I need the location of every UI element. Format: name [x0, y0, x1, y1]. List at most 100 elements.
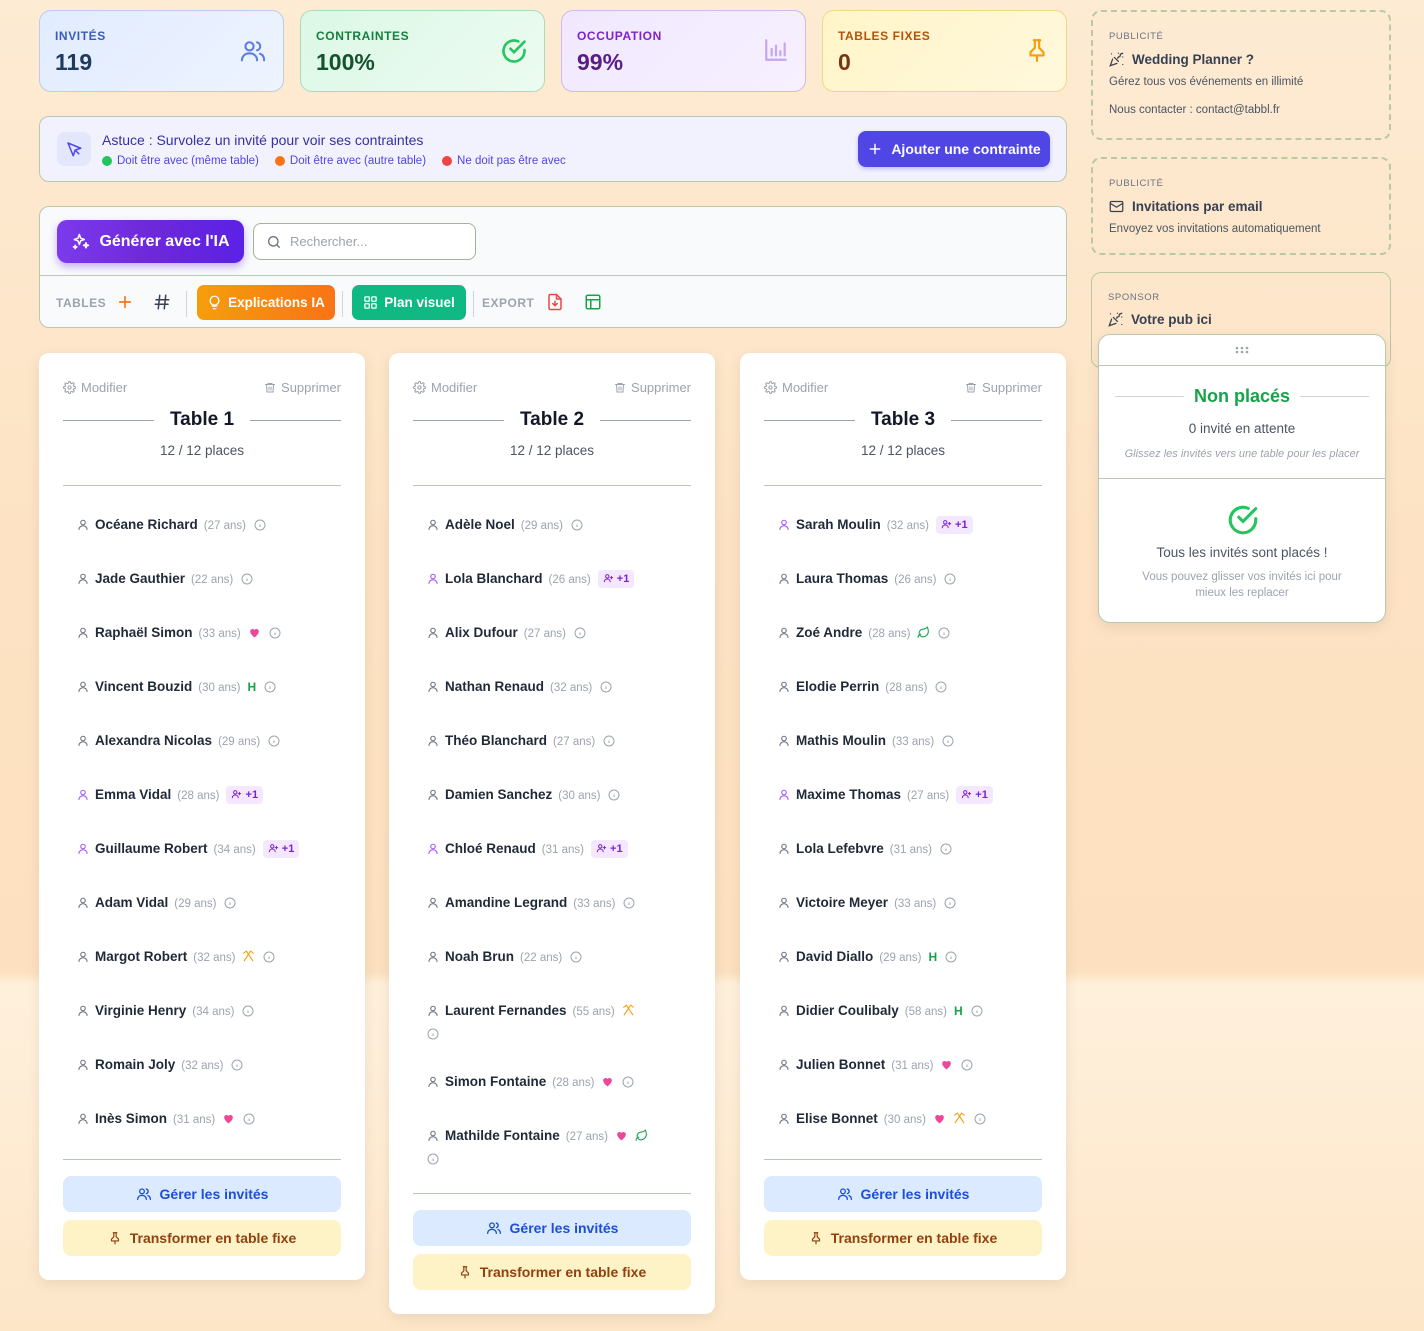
make-fixed-table-button[interactable]: Transformer en table fixe: [413, 1254, 691, 1290]
guest-row[interactable]: Inès Simon (31 ans): [77, 1108, 341, 1131]
info-icon[interactable]: [231, 1059, 243, 1071]
make-fixed-table-button[interactable]: Transformer en table fixe: [764, 1220, 1042, 1256]
info-icon[interactable]: [940, 843, 952, 855]
guest-row[interactable]: Jade Gauthier (22 ans): [77, 568, 341, 591]
guest-row[interactable]: Nathan Renaud (32 ans): [427, 676, 691, 699]
table-card[interactable]: Modifier Supprimer Table 1 12 / 12 places Oc…: [39, 353, 365, 1280]
info-icon[interactable]: [608, 789, 620, 801]
visual-plan-button[interactable]: Plan visuel: [352, 285, 466, 320]
guest-row[interactable]: Vincent Bouzid (30 ans) H: [77, 676, 341, 699]
guest-row[interactable]: Margot Robert (32 ans): [77, 946, 341, 969]
info-icon[interactable]: [254, 519, 266, 531]
info-icon[interactable]: [600, 681, 612, 693]
info-icon[interactable]: [961, 1059, 973, 1071]
guest-row[interactable]: Maxime Thomas (27 ans) +1: [778, 784, 1042, 807]
gear-icon: [413, 381, 426, 394]
guest-row[interactable]: Guillaume Robert (34 ans) +1: [77, 838, 341, 861]
guest-row[interactable]: Adam Vidal (29 ans): [77, 892, 341, 915]
guest-row[interactable]: Emma Vidal (28 ans) +1: [77, 784, 341, 807]
search-input[interactable]: [290, 234, 460, 249]
info-icon[interactable]: [241, 573, 253, 585]
ad-wedding-planner[interactable]: PUBLICITÉ Wedding Planner ? Gérez tous v…: [1091, 10, 1391, 140]
guest-row[interactable]: Sarah Moulin (32 ans) +1: [778, 514, 1042, 537]
ad-contact[interactable]: Nous contacter : contact@tabbl.fr: [1109, 104, 1373, 116]
export-pdf-icon[interactable]: [546, 293, 564, 311]
info-icon[interactable]: [264, 681, 276, 693]
guest-row[interactable]: Lola Blanchard (26 ans) +1: [427, 568, 691, 591]
info-icon[interactable]: [623, 897, 635, 909]
table-card[interactable]: Modifier Supprimer Table 3 12 / 12 places Sa…: [740, 353, 1066, 1280]
modify-table-button[interactable]: Modifier: [63, 380, 127, 395]
info-icon[interactable]: [622, 1076, 634, 1088]
guest-row[interactable]: Mathilde Fontaine (27 ans): [427, 1125, 691, 1169]
guest-row[interactable]: Zoé Andre (28 ans): [778, 622, 1042, 645]
guest-row[interactable]: Romain Joly (32 ans): [77, 1054, 341, 1077]
search-box[interactable]: [253, 223, 476, 260]
modify-table-button[interactable]: Modifier: [413, 380, 477, 395]
info-icon[interactable]: [574, 627, 586, 639]
info-icon[interactable]: [971, 1005, 983, 1017]
guest-row[interactable]: Adèle Noel (29 ans): [427, 514, 691, 537]
guest-row[interactable]: Alix Dufour (27 ans): [427, 622, 691, 645]
info-icon[interactable]: [242, 1005, 254, 1017]
info-icon[interactable]: [427, 1153, 439, 1165]
manage-guests-button[interactable]: Gérer les invités: [764, 1176, 1042, 1212]
export-excel-icon[interactable]: [584, 293, 602, 311]
info-icon[interactable]: [944, 897, 956, 909]
guest-row[interactable]: Océane Richard (27 ans): [77, 514, 341, 537]
info-icon[interactable]: [974, 1113, 986, 1125]
ad-email-invitations[interactable]: PUBLICITÉ Invitations par email Envoyez …: [1091, 157, 1391, 255]
info-icon[interactable]: [942, 735, 954, 747]
unplaced-panel[interactable]: Non placés 0 invité en attente Glissez l…: [1098, 334, 1386, 623]
drag-handle[interactable]: [1099, 335, 1385, 366]
add-constraint-button[interactable]: Ajouter une contrainte: [858, 131, 1050, 167]
table-card[interactable]: Modifier Supprimer Table 2 12 / 12 places Ad…: [389, 353, 715, 1314]
guest-row[interactable]: Raphaël Simon (33 ans): [77, 622, 341, 645]
guest-row[interactable]: Laurent Fernandes (55 ans): [427, 1000, 691, 1044]
guest-row[interactable]: Simon Fontaine (28 ans): [427, 1071, 691, 1094]
info-icon[interactable]: [571, 519, 583, 531]
info-icon[interactable]: [224, 897, 236, 909]
add-table-icon[interactable]: [116, 293, 134, 311]
delete-table-button[interactable]: Supprimer: [614, 380, 691, 395]
search-icon: [268, 235, 280, 248]
info-icon[interactable]: [243, 1113, 255, 1125]
guest-row[interactable]: Mathis Moulin (33 ans): [778, 730, 1042, 753]
delete-table-button[interactable]: Supprimer: [264, 380, 341, 395]
delete-table-button[interactable]: Supprimer: [965, 380, 1042, 395]
guest-row[interactable]: Noah Brun (22 ans): [427, 946, 691, 969]
unplaced-divider: [1099, 478, 1385, 479]
manage-guests-button[interactable]: Gérer les invités: [63, 1176, 341, 1212]
guest-row[interactable]: Victoire Meyer (33 ans): [778, 892, 1042, 915]
info-icon[interactable]: [268, 735, 280, 747]
info-icon[interactable]: [570, 951, 582, 963]
info-icon[interactable]: [935, 681, 947, 693]
guest-row[interactable]: Julien Bonnet (31 ans): [778, 1054, 1042, 1077]
modify-table-button[interactable]: Modifier: [764, 380, 828, 395]
guest-row[interactable]: Amandine Legrand (33 ans): [427, 892, 691, 915]
ai-explanations-button[interactable]: Explications IA: [197, 285, 335, 320]
info-icon[interactable]: [263, 951, 275, 963]
info-icon[interactable]: [269, 627, 281, 639]
make-fixed-table-button[interactable]: Transformer en table fixe: [63, 1220, 341, 1256]
guest-row[interactable]: Didier Coulibaly (58 ans) H: [778, 1000, 1042, 1023]
info-icon[interactable]: [427, 1028, 439, 1040]
info-icon[interactable]: [944, 573, 956, 585]
guest-row[interactable]: Virginie Henry (34 ans): [77, 1000, 341, 1023]
table-numbers-icon[interactable]: [153, 293, 171, 311]
guest-row[interactable]: David Diallo (29 ans) H: [778, 946, 1042, 969]
info-icon[interactable]: [603, 735, 615, 747]
manage-guests-button[interactable]: Gérer les invités: [413, 1210, 691, 1246]
info-icon[interactable]: [945, 951, 957, 963]
guest-row[interactable]: Elise Bonnet (30 ans): [778, 1108, 1042, 1131]
guest-row[interactable]: Théo Blanchard (27 ans): [427, 730, 691, 753]
guest-row[interactable]: Elodie Perrin (28 ans): [778, 676, 1042, 699]
guest-row[interactable]: Lola Lefebvre (31 ans): [778, 838, 1042, 861]
guest-row[interactable]: Alexandra Nicolas (29 ans): [77, 730, 341, 753]
info-icon[interactable]: [938, 627, 950, 639]
guest-row[interactable]: Laura Thomas (26 ans): [778, 568, 1042, 591]
guest-name: Raphaël Simon: [95, 625, 193, 640]
guest-row[interactable]: Damien Sanchez (30 ans): [427, 784, 691, 807]
generate-ai-button[interactable]: Générer avec l'IA: [57, 220, 244, 263]
guest-row[interactable]: Chloé Renaud (31 ans) +1: [427, 838, 691, 861]
